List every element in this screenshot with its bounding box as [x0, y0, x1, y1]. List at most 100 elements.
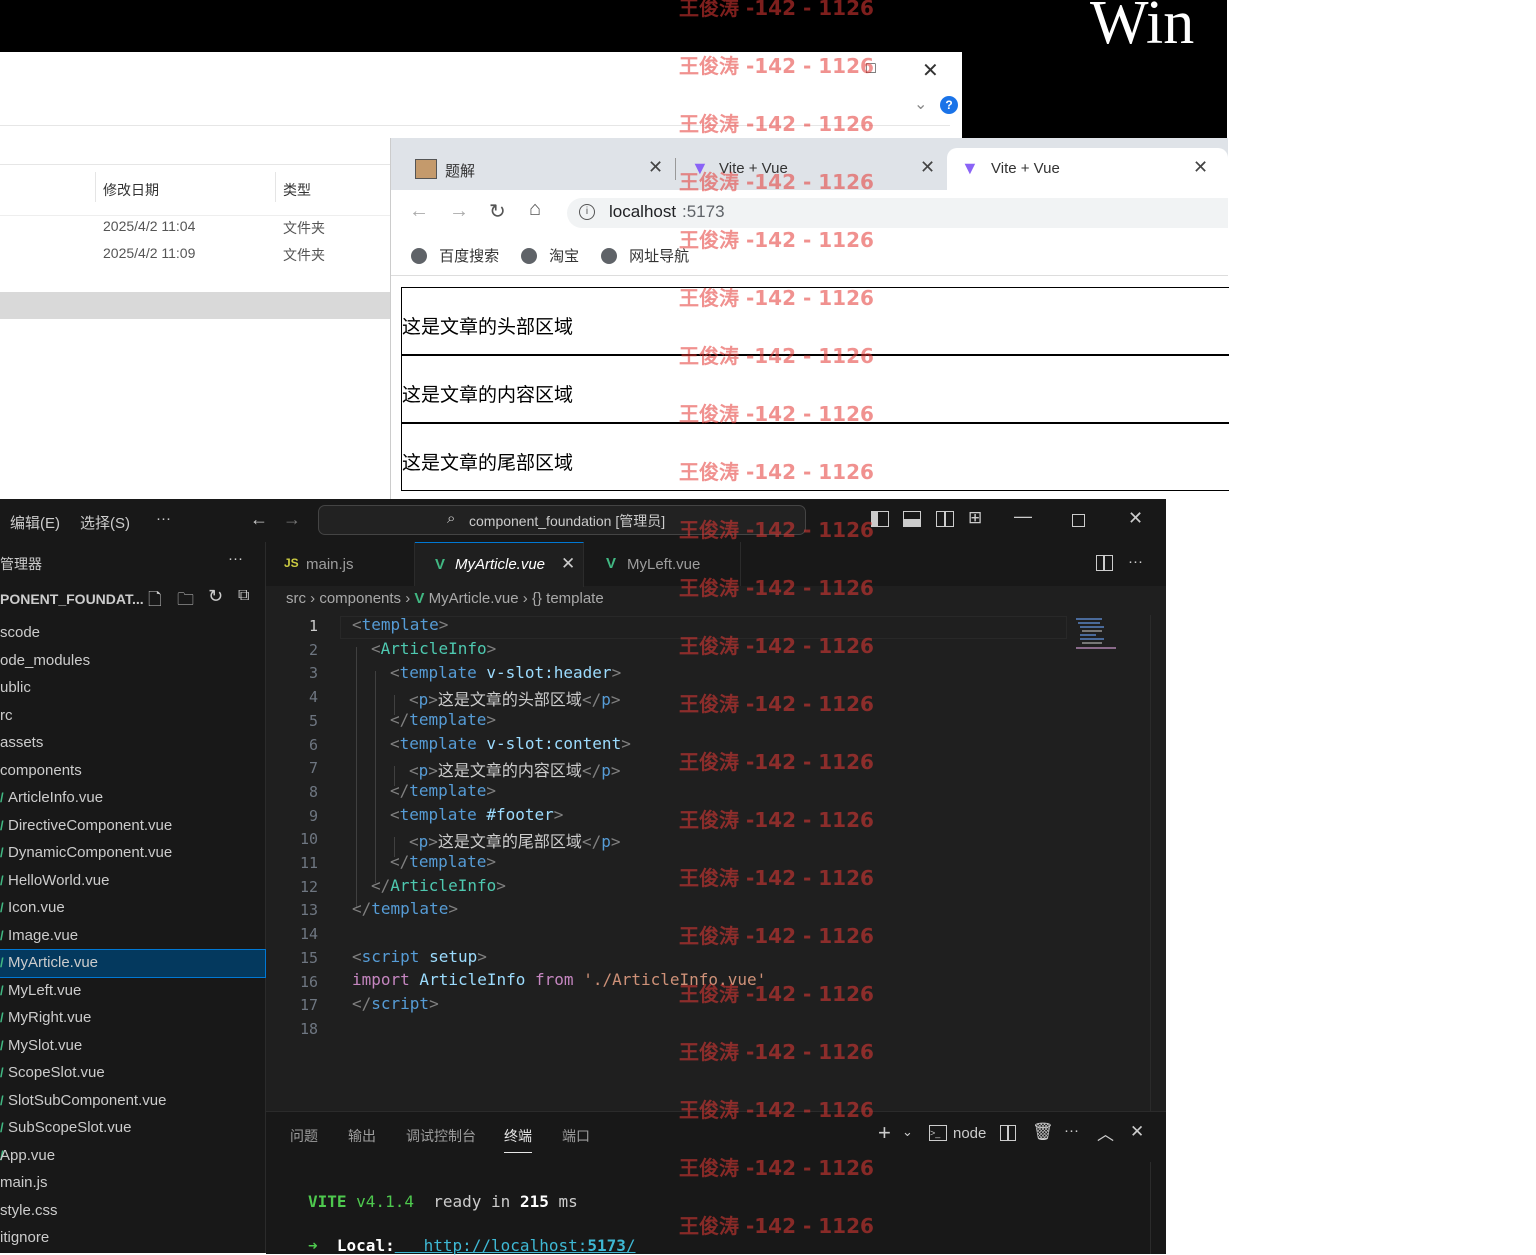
column-header-date[interactable]: 修改日期 [103, 180, 159, 200]
maximize-icon[interactable] [1072, 514, 1085, 527]
row-type[interactable]: 文件夹 [283, 218, 325, 238]
tree-item[interactable]: / Icon.vue [0, 895, 265, 922]
line-number: 3 [308, 664, 318, 683]
more-actions-icon[interactable]: ··· [228, 550, 243, 567]
collapse-all-icon[interactable]: ⧉ [238, 587, 249, 605]
back-arrow-icon[interactable]: ← [409, 200, 429, 223]
tree-item[interactable]: main.js [0, 1170, 265, 1197]
minimap[interactable] [1074, 616, 1118, 649]
menu-edit[interactable]: 编辑(E) [10, 512, 60, 533]
tree-item[interactable]: ode_modules [0, 648, 265, 675]
editor-tab-myarticle[interactable]: V MyArticle.vue ✕ [415, 542, 584, 587]
toggle-panel-icon[interactable] [903, 511, 921, 527]
panel-tab-terminal[interactable]: 终端 [504, 1126, 532, 1153]
refresh-icon[interactable]: ↻ [208, 586, 223, 607]
watermark: 王俊涛 -142 - 1126 [679, 1040, 874, 1064]
new-terminal-icon[interactable]: + [878, 1120, 891, 1146]
breadcrumb-item[interactable]: components [319, 590, 401, 607]
terminal-name[interactable]: node [953, 1125, 986, 1142]
local-url-link[interactable]: http://localhost:5173/ [395, 1236, 636, 1255]
project-root[interactable]: PONENT_FOUNDAT... [0, 591, 144, 607]
split-terminal-icon[interactable] [1000, 1125, 1016, 1141]
panel-tab-ports[interactable]: 端口 [562, 1126, 590, 1146]
tab-close-icon[interactable]: ✕ [648, 157, 663, 178]
article-content-text: 这是文章的内容区域 [402, 385, 574, 406]
reload-icon[interactable]: ↻ [489, 199, 506, 224]
home-icon[interactable]: ⌂ [529, 198, 541, 221]
info-icon[interactable]: i [579, 204, 595, 220]
tree-item[interactable]: itignore [0, 1225, 265, 1252]
menu-more[interactable]: ··· [156, 510, 171, 527]
tab-close-icon[interactable]: ✕ [1193, 157, 1208, 178]
row-date[interactable]: 2025/4/2 11:04 [103, 218, 195, 234]
tree-item[interactable]: / MyRight.vue [0, 1005, 265, 1032]
tab-close-icon[interactable]: ✕ [920, 157, 935, 178]
close-icon[interactable]: ✕ [561, 554, 575, 574]
trash-icon[interactable]: 🗑 [1032, 1122, 1054, 1142]
help-icon[interactable]: ? [940, 96, 958, 114]
tree-item-label: itignore [0, 1229, 50, 1246]
tree-item[interactable]: / SubScopeSlot.vue [0, 1115, 265, 1142]
breadcrumb-item[interactable]: {} template [532, 590, 604, 607]
maximize-panel-icon[interactable]: ︿ [1097, 1120, 1114, 1145]
close-panel-icon[interactable]: ✕ [1130, 1122, 1144, 1142]
tree-item[interactable]: / ScopeSlot.vue [0, 1060, 265, 1087]
menu-selection[interactable]: 选择(S) [80, 512, 130, 533]
chevron-down-icon[interactable]: ⌄ [914, 94, 927, 114]
address-bar[interactable]: i localhost :5173 [567, 198, 1228, 228]
editor-scrollbar[interactable] [1150, 615, 1167, 1112]
new-file-icon[interactable]: 🗋 [148, 587, 162, 616]
nav-forward-icon[interactable]: → [283, 509, 301, 530]
tree-item[interactable]: rc [0, 703, 265, 730]
breadcrumb-item[interactable]: MyArticle.vue [429, 590, 519, 607]
selected-row[interactable] [0, 292, 390, 319]
row-date[interactable]: 2025/4/2 11:09 [103, 245, 195, 261]
tree-item[interactable]: / DirectiveComponent.vue [0, 813, 265, 840]
tree-item[interactable]: / SlotSubComponent.vue [0, 1088, 265, 1115]
toggle-secondary-sidebar-icon[interactable] [936, 511, 954, 527]
close-icon[interactable]: ✕ [1128, 508, 1143, 529]
tree-item[interactable]: style.css [0, 1198, 265, 1225]
tree-item[interactable]: / HelloWorld.vue [0, 868, 265, 895]
tree-item[interactable]: / DynamicComponent.vue [0, 840, 265, 867]
editor-tab-main-js[interactable]: JS main.js [266, 542, 415, 586]
tree-item[interactable]: / MyLeft.vue [0, 978, 265, 1005]
tree-item[interactable]: / App.vue [0, 1143, 265, 1170]
breadcrumb-item[interactable]: src [286, 590, 306, 607]
chevron-right-icon: › [522, 590, 532, 607]
desktop-background-right [962, 52, 1227, 138]
bookmark-item[interactable]: 百度搜索 [411, 245, 499, 266]
terminal-scrollbar[interactable] [1150, 1162, 1167, 1254]
editor-more-icon[interactable]: ··· [1128, 553, 1143, 570]
tree-item[interactable]: / MyArticle.vue [0, 949, 266, 978]
tree-item-label: MyRight.vue [8, 1009, 92, 1026]
panel-tab-problems[interactable]: 问题 [290, 1126, 318, 1146]
tree-item[interactable]: ublic [0, 675, 265, 702]
tree-item-label: MyArticle.vue [8, 954, 99, 971]
panel-more-icon[interactable]: ··· [1064, 1122, 1079, 1139]
tree-item[interactable]: / Image.vue [0, 923, 265, 950]
forward-arrow-icon[interactable]: → [449, 200, 469, 223]
browser-tab-active[interactable]: ▼ Vite + Vue ✕ [947, 148, 1228, 190]
browser-tab[interactable]: 题解 ✕ [415, 150, 665, 190]
close-icon[interactable]: ✕ [922, 58, 939, 83]
panel-tab-debug-console[interactable]: 调试控制台 [406, 1126, 476, 1146]
tree-item[interactable]: / ArticleInfo.vue [0, 785, 265, 812]
split-editor-icon[interactable] [1096, 555, 1113, 571]
new-folder-icon[interactable]: 🗀 [177, 587, 194, 616]
panel-tab-output[interactable]: 输出 [348, 1126, 376, 1146]
column-header-type[interactable]: 类型 [283, 180, 311, 200]
vue-file-icon: / [0, 817, 4, 833]
row-type[interactable]: 文件夹 [283, 245, 325, 265]
customize-layout-icon[interactable]: ⊞ [968, 508, 982, 528]
nav-back-icon[interactable]: ← [250, 509, 268, 530]
chevron-down-icon[interactable]: ⌄ [902, 1124, 913, 1140]
bookmark-item[interactable]: 淘宝 [521, 245, 579, 266]
tree-item[interactable]: / MySlot.vue [0, 1033, 265, 1060]
minimize-icon[interactable]: — [1014, 506, 1032, 527]
tree-item[interactable]: assets [0, 730, 265, 757]
tree-item-label: main.js [0, 1174, 48, 1191]
bookmark-item[interactable]: 网址导航 [601, 245, 689, 266]
tree-item[interactable]: scode [0, 620, 265, 647]
tree-item[interactable]: components [0, 758, 265, 785]
